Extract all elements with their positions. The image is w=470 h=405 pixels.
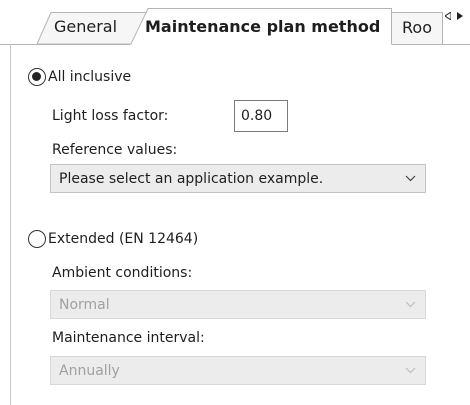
maintenance-interval-label: Maintenance interval: — [52, 330, 205, 346]
all-inclusive-radio-row[interactable]: All inclusive — [28, 68, 131, 86]
chevron-down-icon — [395, 357, 425, 384]
triangle-left-icon — [444, 12, 451, 20]
maintenance-dialog: General Maintenance plan method Roo All … — [0, 0, 470, 405]
tab-room[interactable]: Roo — [391, 12, 443, 44]
ambient-conditions-label: Ambient conditions: — [52, 265, 193, 281]
maintenance-interval-dropdown[interactable]: Annually — [50, 356, 426, 385]
chevron-down-icon — [395, 165, 425, 192]
all-inclusive-label: All inclusive — [48, 69, 132, 85]
extended-label: Extended (EN 12464) — [48, 231, 199, 247]
tab-maintenance-plan-method[interactable]: Maintenance plan method — [145, 8, 385, 46]
tab-strip: General Maintenance plan method Roo — [0, 0, 470, 46]
reference-values-dropdown[interactable]: Please select an application example. — [50, 164, 426, 193]
panel-left-border — [10, 44, 11, 405]
triangle-right-icon — [456, 12, 463, 20]
ambient-conditions-selected: Normal — [59, 296, 110, 313]
extended-radio-row[interactable]: Extended (EN 12464) — [28, 230, 198, 248]
light-loss-factor-input[interactable] — [234, 100, 288, 132]
ambient-conditions-dropdown[interactable]: Normal — [50, 290, 426, 319]
tab-general[interactable]: General — [50, 12, 140, 44]
light-loss-factor-label: Light loss factor: — [52, 108, 169, 124]
reference-values-selected: Please select an application example. — [59, 170, 324, 187]
tab-scroll-right-button[interactable] — [455, 10, 464, 22]
extended-radio[interactable] — [28, 230, 46, 248]
tab-room-label: Roo — [402, 18, 432, 37]
maintenance-interval-selected: Annually — [59, 362, 120, 379]
chevron-down-icon — [395, 291, 425, 318]
tab-general-label: General — [54, 17, 118, 36]
tab-active-label: Maintenance plan method — [145, 17, 381, 36]
all-inclusive-radio[interactable] — [28, 68, 46, 86]
tab-scroll-left-button[interactable] — [443, 10, 452, 22]
reference-values-label: Reference values: — [52, 142, 178, 158]
